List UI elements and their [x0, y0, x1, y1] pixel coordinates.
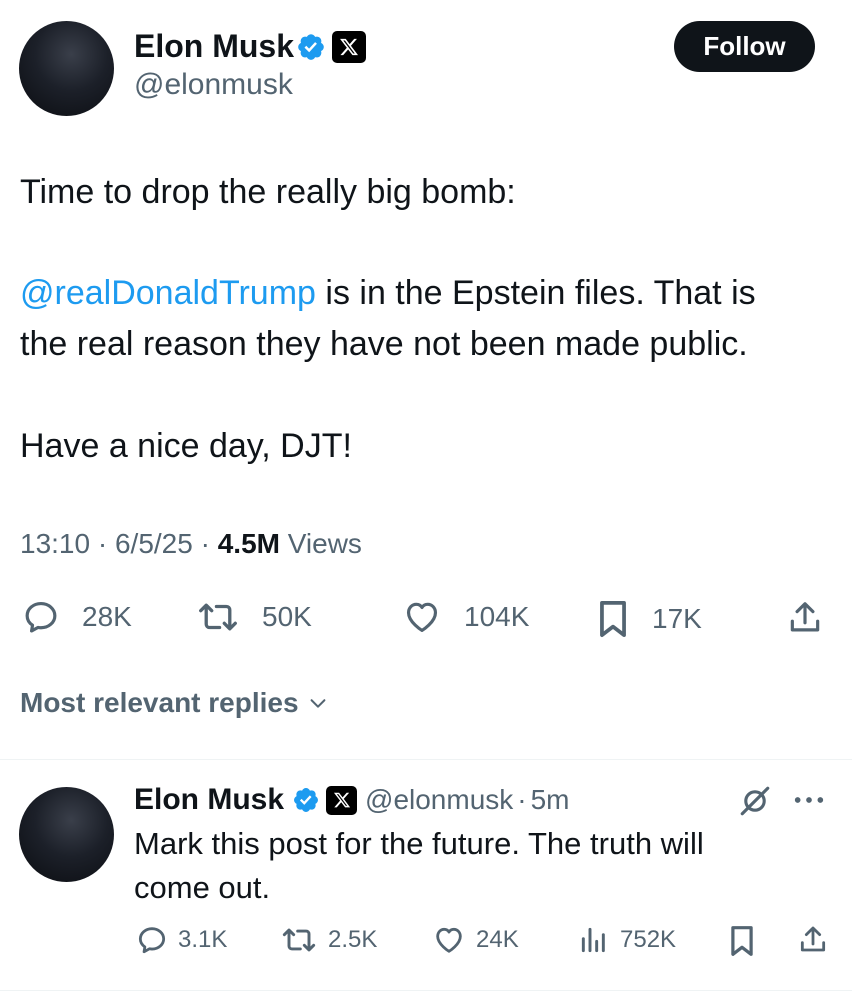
post-text-line-4: Have a nice day, DJT!	[20, 427, 352, 465]
repost-icon	[280, 924, 318, 956]
author-handle[interactable]: @elonmusk	[134, 66, 293, 104]
post-time[interactable]: 13:10	[20, 528, 90, 559]
like-count: 104K	[464, 601, 530, 632]
repost-count: 50K	[262, 601, 312, 632]
views-label[interactable]: Views	[288, 528, 362, 559]
meta-separator: ·	[97, 528, 108, 559]
x-logo-icon	[332, 31, 366, 63]
bottom-divider	[0, 990, 852, 991]
grok-icon[interactable]	[737, 784, 773, 818]
repost-action[interactable]: 50K	[196, 598, 312, 636]
reply-header: Elon Musk @elonmusk · 5m	[134, 780, 570, 820]
follow-button[interactable]: Follow	[674, 21, 815, 72]
views-count[interactable]: 4.5M	[218, 528, 280, 559]
reply-like-count: 24K	[476, 926, 519, 953]
reply-author-handle[interactable]: @elonmusk	[365, 784, 513, 816]
replies-sort-dropdown[interactable]: Most relevant replies	[20, 687, 331, 719]
author-avatar[interactable]	[19, 21, 114, 116]
replies-sort-label: Most relevant replies	[20, 687, 299, 718]
reply-icon	[136, 924, 168, 956]
reply-like-action[interactable]: 24K	[432, 924, 519, 956]
reply-count: 28K	[82, 601, 132, 632]
reply-text-line-1: Mark this post for the future. The truth…	[134, 826, 704, 861]
like-icon	[432, 924, 466, 956]
mention-link[interactable]: @realDonaldTrump	[20, 274, 316, 312]
reply-age[interactable]: 5m	[531, 784, 570, 816]
like-icon	[402, 598, 442, 636]
bookmark-count: 17K	[652, 603, 702, 634]
meta-separator: ·	[517, 784, 527, 815]
repost-icon	[196, 598, 240, 636]
reply-views-count: 752K	[620, 926, 677, 953]
share-icon[interactable]	[797, 923, 829, 957]
reply-repost-count: 2.5K	[328, 926, 378, 953]
verified-badge-icon	[296, 32, 326, 62]
post-text-line-2: @realDonaldTrump is in the Epstein files…	[20, 268, 756, 318]
reply-icon	[22, 598, 60, 636]
bookmark-icon	[596, 598, 630, 640]
chevron-down-icon	[305, 692, 331, 714]
verified-badge-icon	[292, 786, 320, 814]
views-icon	[578, 924, 610, 956]
post-text-line-2-rest: is in the Epstein files. That is	[315, 274, 756, 312]
reply-author-avatar[interactable]	[19, 787, 114, 882]
bookmark-icon[interactable]	[728, 924, 756, 958]
share-icon[interactable]	[786, 598, 824, 638]
meta-separator: ·	[200, 528, 210, 559]
x-logo-icon	[326, 785, 358, 815]
reply-author-name[interactable]: Elon Musk	[134, 783, 284, 817]
section-divider	[0, 759, 852, 760]
author-name[interactable]: Elon Musk	[134, 27, 294, 65]
post-text-line-3: the real reason they have not been made …	[20, 325, 748, 363]
reply-reply-action[interactable]: 3.1K	[136, 924, 227, 956]
post-meta: 13:10 · 6/5/25 · 4.5M Views	[20, 528, 362, 560]
post-date[interactable]: 6/5/25	[115, 528, 193, 559]
reply-reply-count: 3.1K	[178, 926, 228, 953]
like-action[interactable]: 104K	[402, 598, 529, 636]
reply-action[interactable]: 28K	[22, 598, 132, 636]
reply-text-line-2: come out.	[134, 870, 271, 905]
reply-views-action[interactable]: 752K	[578, 924, 676, 956]
reply-repost-action[interactable]: 2.5K	[280, 924, 377, 956]
more-icon[interactable]	[792, 790, 826, 810]
bookmark-action[interactable]: 17K	[596, 598, 702, 640]
post-text-line-1: Time to drop the really big bomb:	[20, 173, 516, 211]
